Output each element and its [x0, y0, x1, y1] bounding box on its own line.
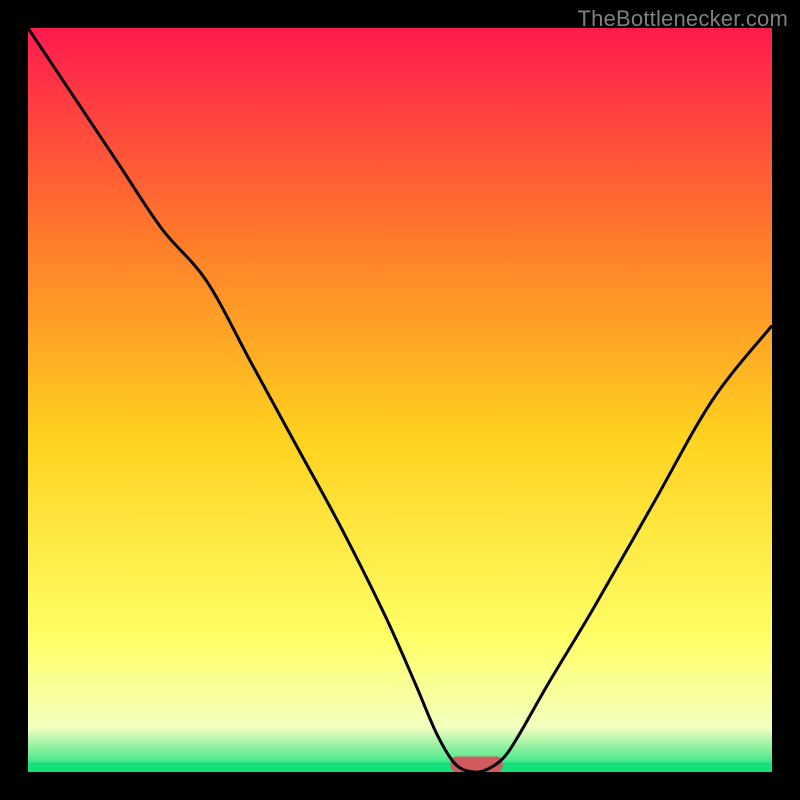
gradient-background — [28, 28, 772, 772]
watermark-text: TheBottlenecker.com — [578, 6, 788, 32]
bottleneck-chart — [28, 28, 772, 772]
chart-frame: TheBottlenecker.com — [0, 0, 800, 800]
green-baseline-band — [28, 762, 772, 772]
